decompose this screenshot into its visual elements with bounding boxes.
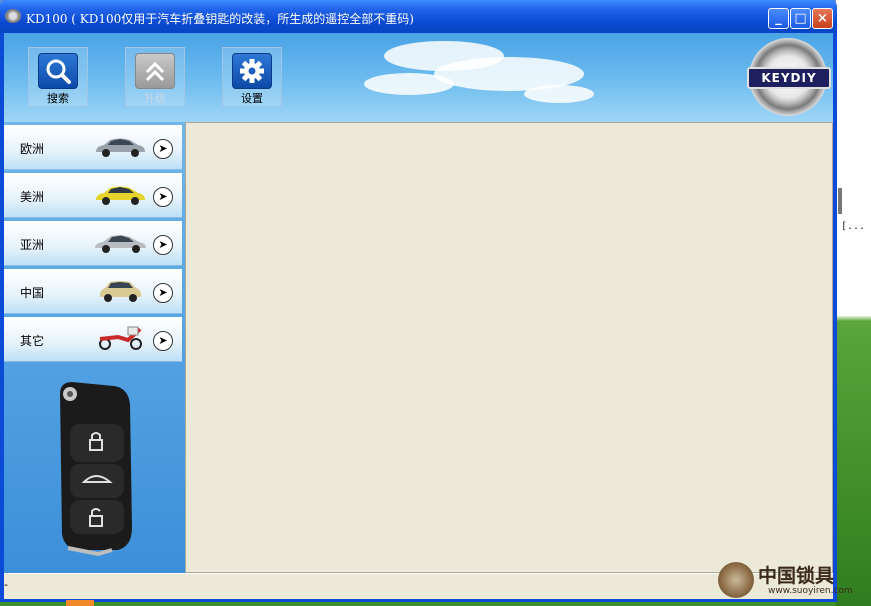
car-icon <box>99 281 142 302</box>
desktop-scrollbar[interactable] <box>838 188 842 214</box>
search-icon <box>38 53 78 89</box>
minimize-button[interactable]: _ <box>768 8 789 29</box>
upgrade-icon <box>135 53 175 89</box>
sidebar-item-other[interactable]: 其它 ➤ <box>4 317 182 362</box>
arrow-right-icon[interactable]: ➤ <box>153 331 173 351</box>
car-icon <box>95 235 146 253</box>
search-button[interactable]: 搜索 <box>28 47 88 107</box>
settings-button[interactable]: 设置 <box>222 47 282 107</box>
sidebar-item-label: 其它 <box>20 334 45 348</box>
sidebar-item-asia[interactable]: 亚洲 ➤ <box>4 221 182 266</box>
gear-icon <box>232 53 272 89</box>
car-icon <box>96 138 145 157</box>
desktop-strip <box>836 0 871 606</box>
watermark-logo <box>718 562 754 598</box>
settings-button-label: 设置 <box>241 92 263 105</box>
maximize-button[interactable]: □ <box>790 8 811 29</box>
watermark-url: www.suoyiren.com <box>768 586 853 596</box>
upgrade-button[interactable]: 升级 <box>125 47 185 107</box>
status-bar <box>4 573 833 599</box>
app-icon <box>5 9 21 23</box>
main-content-panel <box>185 122 833 573</box>
sidebar-item-america[interactable]: 美洲 ➤ <box>4 173 182 218</box>
close-icon: × <box>817 11 828 26</box>
arrow-right-icon[interactable]: ➤ <box>153 139 173 159</box>
taskbar-icon[interactable] <box>66 600 94 606</box>
keydiy-logo-text: KEYDIY <box>747 67 831 89</box>
arrow-right-icon[interactable]: ➤ <box>153 235 173 255</box>
sidebar-item-label: 亚洲 <box>20 238 45 252</box>
sidebar-item-label: 欧洲 <box>20 142 45 156</box>
sidebar-item-label: 中国 <box>20 286 45 300</box>
arrow-right-icon[interactable]: ➤ <box>153 187 173 207</box>
sidebar-item-label: 美洲 <box>20 190 45 204</box>
car-icon <box>96 186 145 205</box>
close-button[interactable]: × <box>812 8 833 29</box>
upgrade-button-label: 升级 <box>144 92 166 105</box>
search-button-label: 搜索 <box>47 92 69 105</box>
arrow-right-icon[interactable]: ➤ <box>153 283 173 303</box>
watermark-text: 中国锁具 <box>758 565 835 587</box>
maximize-icon: □ <box>794 11 807 26</box>
sidebar-item-europe[interactable]: 欧洲 ➤ <box>4 125 182 170</box>
minimize-icon: _ <box>775 11 782 26</box>
car-key-image <box>60 382 132 557</box>
scooter-icon <box>99 326 142 350</box>
desktop-side-text: [... <box>841 221 866 232</box>
status-text: - <box>4 578 8 591</box>
window-title: KD100 ( KD100仅用于汽车折叠钥匙的改装，所生成的遥控全部不重码) <box>26 12 414 26</box>
sidebar-item-china[interactable]: 中国 ➤ <box>4 269 182 314</box>
